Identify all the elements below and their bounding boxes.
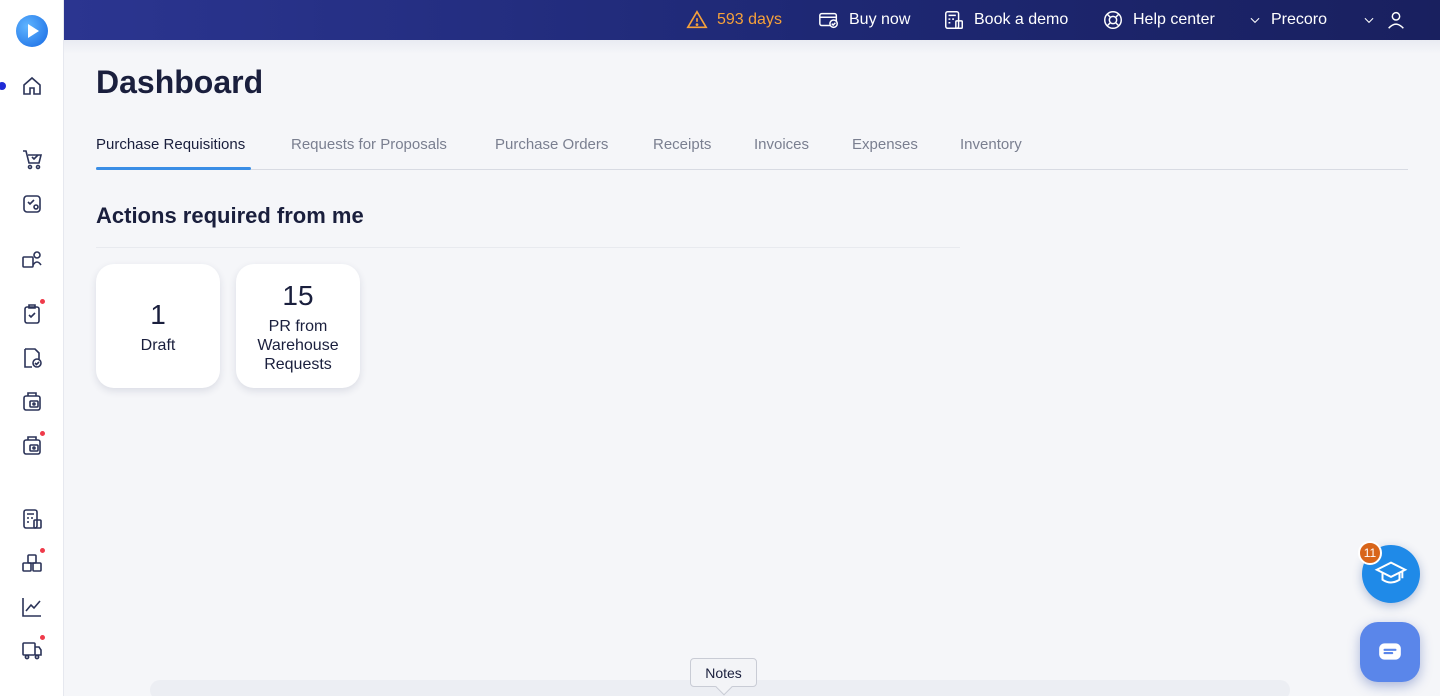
book-demo-label: Book a demo — [974, 11, 1069, 28]
action-card-count: 15 — [282, 279, 314, 311]
page-title: Dashboard — [96, 64, 264, 100]
warning-icon — [686, 10, 708, 29]
book-demo-button[interactable]: Book a demo — [943, 0, 1068, 40]
calendar-icon — [945, 11, 963, 29]
dashboard-tabs: Purchase Requisitions Requests for Propo… — [96, 126, 1408, 170]
active-indicator — [0, 82, 6, 90]
chevron-down-icon — [1250, 17, 1260, 24]
buy-now-button[interactable]: Buy now — [818, 0, 910, 40]
user-icon — [1388, 11, 1404, 29]
user-menu[interactable] — [1362, 0, 1407, 40]
buy-now-label: Buy now — [849, 11, 911, 28]
active-tab-underline — [96, 167, 251, 170]
help-center-button[interactable]: Help center — [1102, 0, 1215, 40]
card-icon — [819, 12, 838, 29]
company-switcher[interactable]: Precoro — [1248, 0, 1327, 40]
tab-requests-for-proposals[interactable]: Requests for Proposals — [291, 136, 447, 153]
sidebar — [0, 0, 64, 696]
shopping-cart-icon[interactable] — [20, 147, 44, 171]
approvals-icon[interactable] — [20, 298, 46, 326]
section-divider — [96, 247, 960, 248]
budget-icon[interactable] — [20, 507, 44, 531]
lifebuoy-icon — [1104, 11, 1122, 29]
notes-tab[interactable]: Notes — [690, 658, 757, 696]
receipt-icon[interactable] — [20, 390, 44, 414]
suppliers-icon[interactable] — [20, 247, 44, 271]
chat-icon — [1379, 643, 1401, 660]
warehouse-icon[interactable] — [20, 634, 46, 662]
help-center-label: Help center — [1133, 11, 1215, 28]
precoro-logo[interactable] — [16, 15, 48, 47]
purchase-order-icon[interactable] — [20, 346, 44, 370]
invoice-icon[interactable] — [20, 430, 46, 458]
learning-badge: 11 — [1358, 541, 1382, 565]
actions-section-title: Actions required from me — [96, 203, 364, 228]
graduation-cap-icon — [1374, 561, 1408, 584]
analytics-icon[interactable] — [20, 595, 44, 619]
topbar-shadow — [64, 40, 1440, 54]
notification-dot — [39, 547, 46, 554]
trial-days-label: 593 days — [717, 11, 782, 28]
action-card-count: 1 — [150, 298, 166, 330]
top-bar: 593 days Buy now Book a demo Help center… — [64, 0, 1440, 54]
chat-button[interactable] — [1360, 622, 1420, 682]
inventory-icon[interactable] — [20, 547, 46, 575]
tab-purchase-requisitions[interactable]: Purchase Requisitions — [96, 136, 245, 153]
home-icon[interactable] — [20, 74, 44, 98]
trial-days-indicator: 593 days — [686, 0, 782, 40]
tab-purchase-orders[interactable]: Purchase Orders — [495, 136, 608, 153]
tab-receipts[interactable]: Receipts — [653, 136, 711, 153]
action-card-draft[interactable]: 1 Draft — [96, 264, 220, 388]
action-card-warehouse-requests[interactable]: 15 PR from Warehouse Requests — [236, 264, 360, 388]
tab-invoices[interactable]: Invoices — [754, 136, 809, 153]
notification-dot — [39, 298, 46, 305]
tab-expenses[interactable]: Expenses — [852, 136, 918, 153]
action-card-label: Draft — [140, 336, 176, 354]
notification-dot — [39, 634, 46, 641]
action-card-label: PR from Warehouse Requests — [257, 317, 339, 373]
requisition-icon[interactable] — [20, 192, 44, 216]
notification-dot — [39, 430, 46, 437]
chevron-down-icon — [1364, 17, 1374, 24]
tab-inventory[interactable]: Inventory — [960, 136, 1022, 153]
company-name: Precoro — [1271, 11, 1328, 28]
